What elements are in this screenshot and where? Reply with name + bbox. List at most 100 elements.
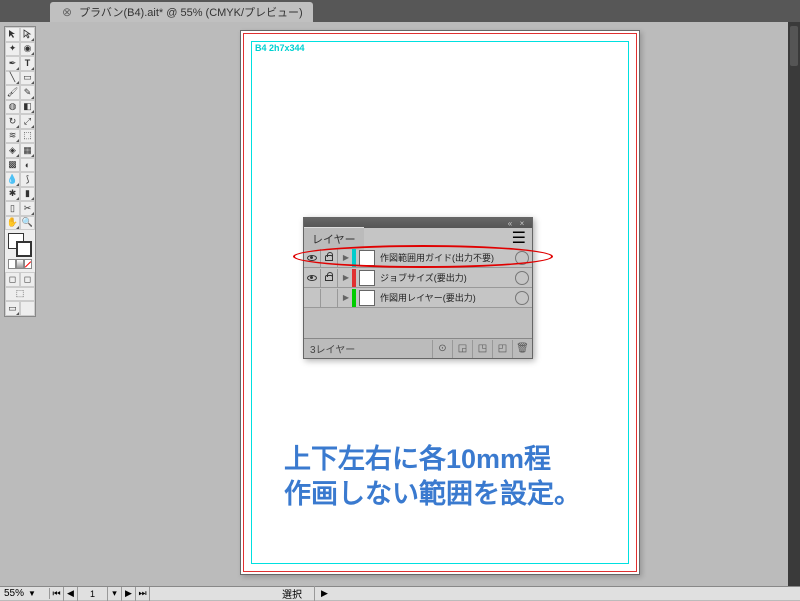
layer-row[interactable]: ▶ 作図範囲用ガイド(出力不要)	[304, 248, 532, 268]
screen-mode[interactable]: ▭	[5, 301, 20, 316]
panel-menu-icon[interactable]: ☰	[506, 228, 532, 248]
layer-row[interactable]: ▶ 作図用レイヤー(要出力)	[304, 288, 532, 308]
canvas-area[interactable]: B4 2h7x344 « × レイヤー ☰ ▶ 作図範囲用ガイド(出力不要)	[40, 22, 786, 586]
perspective-grid-tool[interactable]: ▦	[20, 143, 35, 158]
annotation-text: 上下左右に各10mm程 作画しない範囲を設定。	[284, 442, 581, 512]
stroke-swatch[interactable]	[16, 241, 32, 257]
close-panel-icon[interactable]: ×	[516, 219, 528, 227]
create-sublayer-button[interactable]: ◳	[472, 340, 492, 358]
document-tab-bar: ⊗ プラバン(B4).ait* @ 55% (CMYK/プレビュー)	[0, 0, 800, 22]
layer-name[interactable]: ジョブサイズ(要出力)	[378, 271, 512, 284]
layers-list: ▶ 作図範囲用ガイド(出力不要) ▶ ジョブサイズ(要出力) ▶	[304, 248, 532, 338]
color-swatches[interactable]	[5, 230, 35, 272]
pen-tool[interactable]: ✒	[5, 56, 20, 71]
layers-footer: 3レイヤー ⊙ ◲ ◳ ◰ 🗑	[304, 338, 532, 358]
type-tool[interactable]: T	[20, 56, 35, 71]
symbol-sprayer-tool[interactable]: ✱	[5, 187, 20, 202]
gradient-tool[interactable]: ◐	[20, 158, 35, 173]
layer-thumbnail[interactable]	[359, 250, 375, 266]
expand-toggle[interactable]: ▶	[338, 249, 352, 267]
layer-name[interactable]: 作図用レイヤー(要出力)	[378, 291, 512, 304]
make-clipping-mask-button[interactable]: ◲	[452, 340, 472, 358]
expand-toggle[interactable]: ▶	[338, 289, 352, 307]
change-screen[interactable]	[20, 301, 35, 316]
lock-toggle[interactable]	[321, 289, 338, 307]
layers-empty-area	[304, 308, 532, 338]
blob-brush-tool[interactable]: ◍	[5, 100, 20, 115]
layers-tab[interactable]: レイヤー	[304, 227, 364, 250]
layer-row[interactable]: ▶ ジョブサイズ(要出力)	[304, 268, 532, 288]
rectangle-tool[interactable]: ▭	[20, 71, 35, 86]
document-tab[interactable]: ⊗ プラバン(B4).ait* @ 55% (CMYK/プレビュー)	[50, 2, 313, 22]
artboard-number[interactable]: 1	[78, 587, 108, 601]
eye-icon	[307, 255, 317, 261]
shape-builder-tool[interactable]: ◈	[5, 143, 20, 158]
status-bar: 55% ▼ ⏮ ◀ 1 ▾ ▶ ⏭ 選択 ▶	[0, 586, 800, 600]
paintbrush-tool[interactable]: 🖌	[5, 85, 20, 100]
layer-thumbnail[interactable]	[359, 270, 375, 286]
last-artboard-button[interactable]: ⏭	[136, 587, 150, 601]
eye-icon	[307, 275, 317, 281]
layer-thumbnail[interactable]	[359, 290, 375, 306]
color-mode-gradient[interactable]	[16, 259, 24, 269]
lock-toggle[interactable]	[321, 249, 338, 267]
color-mode-solid[interactable]	[8, 259, 16, 269]
target-icon[interactable]	[515, 251, 529, 265]
hand-tool[interactable]: ✋	[5, 216, 20, 231]
color-mode-none[interactable]	[24, 259, 32, 269]
layer-color-indicator	[352, 269, 356, 287]
artboard-dropdown[interactable]: ▾	[108, 587, 122, 601]
visibility-toggle[interactable]	[304, 249, 321, 267]
magic-wand-tool[interactable]: ✦	[5, 42, 20, 57]
zoom-dropdown-icon[interactable]: ▼	[28, 589, 36, 598]
column-graph-tool[interactable]: ▮	[20, 187, 35, 202]
target-icon[interactable]	[515, 291, 529, 305]
zoom-tool[interactable]: 🔍	[20, 216, 35, 231]
lock-icon	[325, 255, 333, 261]
drawing-mode-normal[interactable]: ◻	[5, 272, 20, 287]
layers-panel[interactable]: « × レイヤー ☰ ▶ 作図範囲用ガイド(出力不要) ▶	[303, 217, 533, 359]
prev-artboard-button[interactable]: ◀	[64, 587, 78, 601]
collapse-icon[interactable]: «	[504, 219, 516, 227]
mesh-tool[interactable]: ▩	[5, 158, 20, 173]
tools-panel: ✦ ◉ ✒ T ╲ ▭ 🖌 ✎ ◍ ◧ ↻ ⤢ ≋ ⬚ ◈ ▦ ▩ ◐ 💧 ⟆ …	[4, 26, 36, 317]
layer-color-indicator	[352, 289, 356, 307]
line-tool[interactable]: ╲	[5, 71, 20, 86]
status-mode-label[interactable]: 選択	[270, 586, 315, 601]
drawing-mode-inside[interactable]: ⬚	[5, 287, 35, 302]
layer-color-indicator	[352, 249, 356, 267]
drawing-mode-behind[interactable]: ◻	[20, 272, 35, 287]
expand-dock-button[interactable]	[790, 26, 798, 66]
zoom-value: 55%	[4, 588, 24, 599]
target-icon[interactable]	[515, 271, 529, 285]
slice-tool[interactable]: ✂	[20, 201, 35, 216]
rotate-tool[interactable]: ↻	[5, 114, 20, 129]
status-menu-icon[interactable]: ▶	[315, 588, 334, 599]
free-transform-tool[interactable]: ⬚	[20, 129, 35, 144]
eyedropper-tool[interactable]: 💧	[5, 172, 20, 187]
annotation-line2: 作画しない範囲を設定。	[284, 477, 581, 512]
zoom-level[interactable]: 55% ▼	[0, 588, 50, 599]
layer-name[interactable]: 作図範囲用ガイド(出力不要)	[378, 251, 512, 264]
visibility-toggle[interactable]	[304, 289, 321, 307]
lock-toggle[interactable]	[321, 269, 338, 287]
scale-tool[interactable]: ⤢	[20, 114, 35, 129]
delete-layer-button[interactable]: 🗑	[512, 340, 532, 358]
new-layer-button[interactable]: ◰	[492, 340, 512, 358]
direct-selection-tool[interactable]	[20, 27, 35, 42]
artboard-tool[interactable]: ▯	[5, 201, 20, 216]
visibility-toggle[interactable]	[304, 269, 321, 287]
width-tool[interactable]: ≋	[5, 129, 20, 144]
blend-tool[interactable]: ⟆	[20, 172, 35, 187]
pencil-tool[interactable]: ✎	[20, 85, 35, 100]
locate-object-button[interactable]: ⊙	[432, 340, 452, 358]
selection-tool[interactable]	[5, 27, 20, 42]
right-panel-dock	[788, 22, 800, 600]
artboard-label: B4 2h7x344	[255, 43, 305, 53]
eraser-tool[interactable]: ◧	[20, 100, 35, 115]
next-artboard-button[interactable]: ▶	[122, 587, 136, 601]
lasso-tool[interactable]: ◉	[20, 42, 35, 57]
close-icon[interactable]: ⊗	[60, 5, 74, 19]
first-artboard-button[interactable]: ⏮	[50, 587, 64, 601]
expand-toggle[interactable]: ▶	[338, 269, 352, 287]
